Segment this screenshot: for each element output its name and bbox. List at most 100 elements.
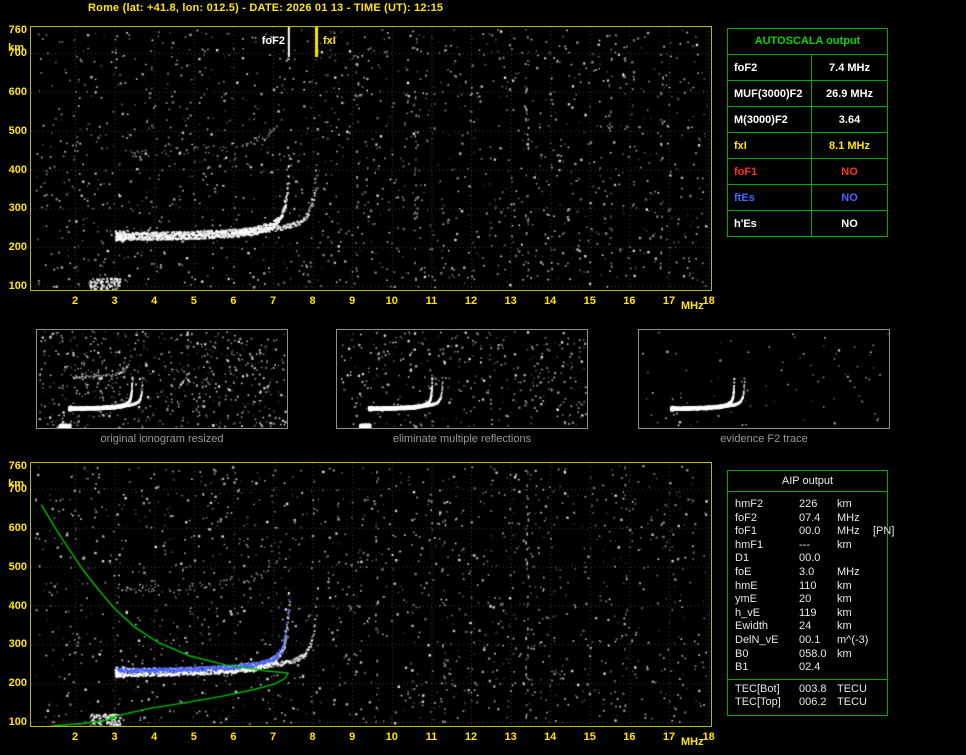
fxi-marker-label: fxI: [323, 35, 336, 47]
aip-param-value: 058.0: [799, 647, 827, 660]
aip-param-unit: [837, 661, 873, 675]
x-axis-tick: 14: [544, 731, 557, 743]
aip-param-unit: [837, 552, 873, 566]
aip-param-extra: [873, 661, 887, 675]
thumbnail-original-ionogram: [36, 329, 288, 429]
autoscala-row: ftEs NO: [728, 184, 887, 210]
aip-param-unit: m^(-3): [837, 633, 869, 646]
x-axis-tick: 12: [464, 295, 478, 307]
aip-param-value: 006.2: [799, 696, 827, 709]
ionogram-autoscala-plot: foF2 fxI: [30, 26, 712, 291]
aip-param-name: B0: [735, 647, 749, 660]
x-axis-tick: 8: [309, 295, 316, 307]
aip-param-extra: [873, 566, 887, 580]
aip-param-unit: TECU: [837, 682, 867, 695]
x-axis-tick: 12: [464, 731, 478, 743]
aip-param-value: 24: [799, 620, 812, 633]
thumbnail-evidence-canvas: [639, 330, 889, 428]
aip-param-unit: km: [837, 647, 852, 660]
fof2-marker-label: foF2: [261, 35, 285, 47]
thumbnail-caption-eliminate: eliminate multiple reflections: [392, 433, 532, 445]
aip-param-value: 003.8: [799, 682, 827, 695]
aip-row: hmF1 --- km: [728, 539, 887, 553]
aip-row: Ewidth 24 km: [728, 620, 887, 634]
autoscala-row: foF2 7.4 MHz: [728, 54, 887, 80]
aip-param-unit: km: [837, 593, 852, 606]
aip-param-unit: TECU: [837, 696, 867, 709]
x-axis-tick: 14: [544, 295, 557, 307]
aip-param-name: TEC[Bot]: [735, 682, 780, 695]
aip-param-extra: [873, 593, 887, 607]
y-axis-unit: km: [8, 42, 24, 54]
aip-row: foE 3.0 MHz: [728, 566, 887, 580]
aip-row: hmE 110 km: [728, 580, 887, 594]
thumbnail-eliminate-canvas: [337, 330, 587, 428]
aip-param-value: 110: [799, 579, 817, 592]
aip-tec-separator: [728, 678, 887, 680]
autoscala-param-value: 3.64: [838, 113, 861, 126]
aip-row: foF2 07.4 MHz: [728, 512, 887, 526]
y-axis-tick: 500: [8, 560, 27, 573]
aip-output-table: AIP output hmF2 226 km foF2 07.4 MHz foF…: [727, 470, 894, 716]
aip-table-title: AIP output: [728, 471, 887, 492]
x-axis-tick: 7: [269, 731, 277, 743]
y-axis-tick: 500: [8, 124, 27, 137]
aip-param-unit: km: [837, 620, 852, 633]
aip-param-unit: km: [837, 579, 852, 592]
x-axis-tick: 3: [111, 295, 118, 307]
autoscala-param-label: foF1: [728, 159, 812, 184]
aip-param-unit: km: [837, 538, 852, 551]
autoscala-param-value: 8.1 MHz: [829, 139, 870, 152]
x-axis-tick: 13: [504, 731, 517, 743]
aip-param-extra: [873, 620, 887, 634]
aip-row: B1 02.4: [728, 661, 887, 675]
aip-param-extra: [873, 696, 887, 710]
x-axis-tick: 8: [309, 731, 316, 743]
autoscala-row: fxI 8.1 MHz: [728, 132, 887, 158]
aip-param-value: 00.1: [799, 633, 821, 646]
ionogram-aip-canvas: [31, 463, 711, 726]
aip-param-extra: [873, 648, 887, 662]
autoscala-row: M(3000)F2 3.64: [728, 106, 887, 132]
aip-rows: hmF2 226 km foF2 07.4 MHz foF1 00.0 MHz …: [728, 498, 894, 675]
y-axis-tick: 100: [8, 716, 27, 728]
aip-param-unit: MHz: [837, 565, 860, 578]
y-axis-tick: 200: [8, 241, 27, 254]
aip-param-unit: MHz: [837, 511, 860, 524]
aip-row: DelN_vE 00.1 m^(-3): [728, 634, 887, 648]
aip-row: h_vE 119 km: [728, 607, 887, 621]
aip-row: TEC[Top] 006.2 TECU: [728, 696, 887, 710]
ionogram-aip-plot: [30, 462, 712, 727]
y-axis-tick: 300: [8, 638, 27, 651]
x-axis-tick: 2: [71, 731, 79, 743]
autoscala-row: foF1 NO: [728, 158, 887, 184]
aip-param-value: 07.4: [799, 511, 821, 524]
autoscala-param-label: foF2: [728, 55, 812, 80]
x-axis-tick: 2: [71, 295, 79, 307]
autoscala-row: h'Es NO: [728, 210, 887, 236]
x-axis-unit: MHz: [681, 300, 704, 312]
y-axis-tick: 760: [8, 459, 27, 472]
x-axis-tick: 9: [349, 731, 356, 743]
autoscala-output-table: AUTOSCALA output foF2 7.4 MHz MUF(3000)F…: [727, 28, 888, 237]
station-title: Rome (lat: +41.8, lon: 012.5) - DATE: 20…: [88, 2, 444, 14]
aip-param-name: foF1: [735, 525, 758, 538]
y-axis-tick: 600: [8, 85, 27, 98]
x-axis-tick: 16: [623, 295, 636, 307]
autoscala-rows: foF2 7.4 MHz MUF(3000)F2 26.9 MHz M(3000…: [728, 54, 887, 236]
autoscala-table-title: AUTOSCALA output: [754, 35, 861, 47]
x-axis-tick: 3: [111, 731, 118, 743]
aip-param-value: 20: [799, 593, 812, 606]
aip-param-unit: MHz: [837, 525, 860, 538]
autoscala-param-value: NO: [841, 191, 858, 204]
autoscala-param-label: fxI: [728, 133, 812, 158]
aip-param-name: hmF1: [735, 538, 764, 551]
aip-param-name: hmE: [735, 579, 758, 592]
aip-param-name: foF2: [735, 511, 758, 524]
thumbnail-caption-original: original ionogram resized: [100, 433, 224, 445]
aip-param-name: ymE: [735, 593, 757, 606]
aip-param-extra: [873, 512, 887, 526]
aip-param-name: hmF2: [735, 498, 764, 510]
aip-param-extra: [873, 683, 887, 697]
autoscala-param-value: NO: [841, 165, 858, 178]
